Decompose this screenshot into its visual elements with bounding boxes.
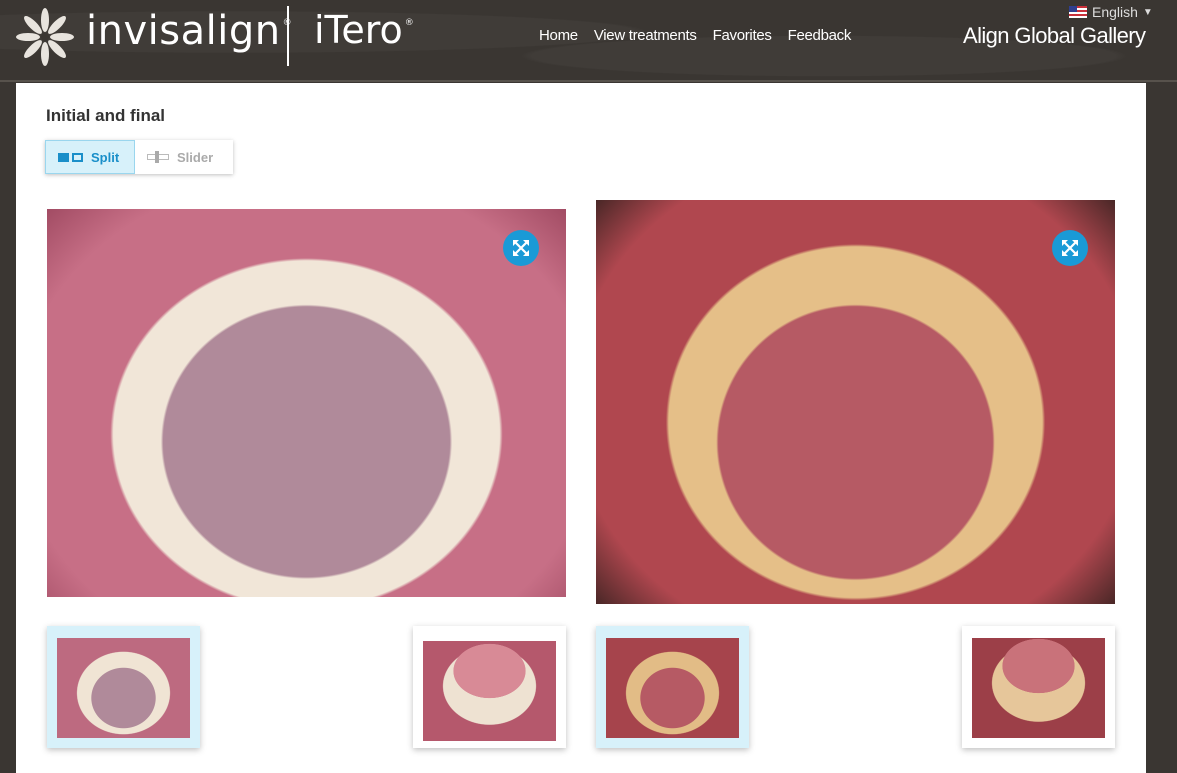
page-background-edge [1146, 83, 1177, 765]
gallery-title: Align Global Gallery [963, 23, 1146, 48]
language-selector[interactable]: English ▼ [1069, 4, 1153, 20]
main-nav: Home View treatments Favorites Feedback [539, 27, 867, 44]
thumbnail-initial-lower[interactable] [413, 626, 566, 748]
us-flag-icon [1069, 6, 1087, 18]
split-label: Split [91, 149, 120, 165]
split-view-button[interactable]: Split [45, 140, 135, 174]
nav-feedback[interactable]: Feedback [788, 27, 852, 44]
slider-view-icon [147, 151, 169, 163]
thumbnail-image [606, 638, 739, 738]
itero-logo-text[interactable]: iTero ® [314, 8, 414, 52]
thumbnail-image [57, 638, 190, 738]
expand-icon[interactable] [1052, 230, 1088, 266]
thumbnail-image [423, 641, 556, 741]
slider-view-button[interactable]: Slider [135, 140, 233, 174]
top-header: invisalign® iTero® Home View treatments … [0, 0, 1177, 82]
expand-arrows-icon [1062, 240, 1078, 256]
registered-mark-2: ® [404, 18, 414, 28]
language-label: English [1092, 4, 1138, 20]
nav-favorites[interactable]: Favorites [713, 27, 772, 44]
thumbnail-initial-upper[interactable] [47, 626, 200, 748]
final-photo[interactable] [596, 200, 1115, 604]
invisalign-logo-text[interactable]: invisalign® [86, 8, 292, 54]
nav-home[interactable]: Home [539, 27, 578, 44]
expand-arrows-icon [513, 240, 529, 256]
initial-photo[interactable] [47, 209, 566, 597]
invisalign-star-logo-icon [16, 8, 74, 66]
thumbnail-image [972, 638, 1105, 738]
slider-label: Slider [177, 149, 214, 165]
brand-secondary: iTero [314, 8, 403, 52]
chevron-down-icon: ▼ [1142, 6, 1153, 18]
thumbnail-final-upper[interactable] [596, 626, 749, 748]
brand-primary: invisalign [86, 8, 281, 54]
main-panel: Initial and final Split Slider [16, 83, 1146, 773]
section-title: Initial and final [46, 106, 166, 125]
expand-icon[interactable] [503, 230, 539, 266]
brand-divider [287, 6, 289, 66]
nav-view-treatments[interactable]: View treatments [594, 27, 697, 44]
split-view-icon [58, 152, 83, 162]
thumbnail-final-lower[interactable] [962, 626, 1115, 748]
view-toggle: Split Slider [45, 140, 233, 174]
